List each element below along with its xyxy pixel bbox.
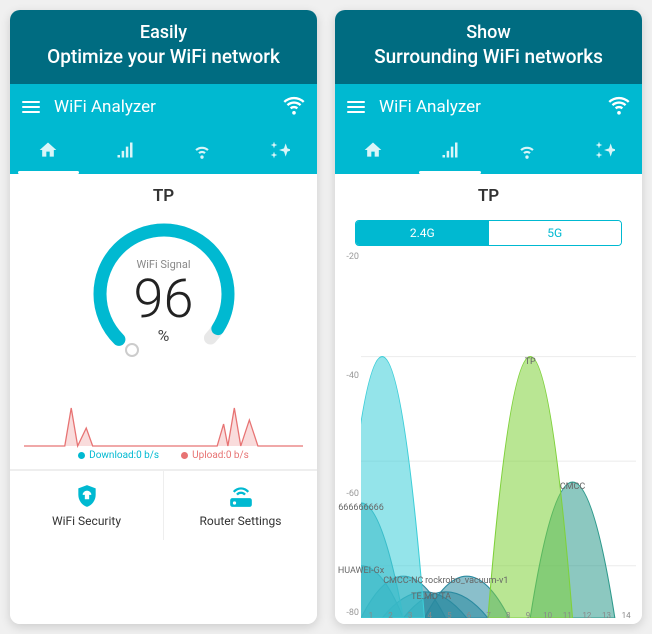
y-axis-labels: -20 -40 -60 -80 xyxy=(339,252,359,618)
router-settings-button[interactable]: Router Settings xyxy=(163,471,317,540)
network-label: HUAWEI-Gx xyxy=(338,566,384,576)
tab-networks[interactable] xyxy=(164,130,241,174)
wifi-security-label: WiFi Security xyxy=(52,514,121,528)
gauge-value: 96 xyxy=(84,268,244,331)
traffic-sparkline xyxy=(24,378,303,448)
band-5g[interactable]: 5G xyxy=(489,221,622,245)
tab-tools[interactable] xyxy=(240,130,317,174)
wifi-status-icon xyxy=(283,94,305,120)
x-axis-labels: 1234567891011121314 xyxy=(361,611,636,620)
shield-icon xyxy=(73,483,101,509)
network-label: TP xyxy=(525,357,536,367)
hamburger-icon[interactable] xyxy=(22,101,40,113)
main-panel: TP 2.4G 5G -20 -40 -60 -80 1234567891011… xyxy=(335,174,642,624)
wifi-status-icon xyxy=(608,94,630,120)
wifi-security-button[interactable]: WiFi Security xyxy=(10,471,163,540)
traffic-legend: Download:0 b/s Upload:0 b/s xyxy=(10,448,317,470)
gauge-percent: % xyxy=(84,326,244,345)
tab-bar xyxy=(335,130,642,174)
ssid-name: TP xyxy=(10,186,317,206)
legend-upload: Upload:0 b/s xyxy=(181,450,249,461)
app-title: WiFi Analyzer xyxy=(54,97,283,117)
network-label: CMCC xyxy=(560,482,585,492)
network-label: 666666666 xyxy=(338,503,384,513)
app-bar: WiFi Analyzer xyxy=(335,84,642,130)
promo-line2: Optimize your WiFi network xyxy=(16,45,311,68)
tab-bar xyxy=(10,130,317,174)
ssid-name: TP xyxy=(335,186,642,206)
tab-signal[interactable] xyxy=(87,130,164,174)
app-title: WiFi Analyzer xyxy=(379,97,608,117)
footer-buttons: WiFi Security Router Settings xyxy=(10,470,317,540)
router-icon xyxy=(227,483,255,509)
band-toggle: 2.4G 5G xyxy=(355,220,622,246)
promo-line1: Show xyxy=(341,22,636,43)
band-24g[interactable]: 2.4G xyxy=(356,221,489,245)
tab-home[interactable] xyxy=(10,130,87,174)
promo-header: Show Surrounding WiFi networks xyxy=(335,10,642,84)
network-label: TA xyxy=(440,592,451,602)
network-label: CMCC-NC xyxy=(383,576,423,586)
ssid-block: TP xyxy=(10,174,317,212)
left-screenshot: Easily Optimize your WiFi network WiFi A… xyxy=(10,10,317,624)
tab-signal[interactable] xyxy=(412,130,489,174)
router-settings-label: Router Settings xyxy=(199,514,281,528)
channel-chart: -20 -40 -60 -80 1234567891011121314 TE.M… xyxy=(361,252,636,618)
signal-gauge: WiFi Signal 96 % xyxy=(84,214,244,374)
promo-header: Easily Optimize your WiFi network xyxy=(10,10,317,84)
promo-line1: Easily xyxy=(16,22,311,43)
tab-networks[interactable] xyxy=(489,130,566,174)
right-screenshot: Show Surrounding WiFi networks WiFi Anal… xyxy=(335,10,642,624)
ssid-block: TP xyxy=(335,174,642,210)
network-label: rockrobo_vacuum-v1 xyxy=(425,576,508,586)
hamburger-icon[interactable] xyxy=(347,101,365,113)
main-panel: TP WiFi Signal 96 % Download:0 b/s Uplo xyxy=(10,174,317,624)
network-label: TE.MD xyxy=(411,592,438,602)
tab-tools[interactable] xyxy=(565,130,642,174)
app-bar: WiFi Analyzer xyxy=(10,84,317,130)
tab-home[interactable] xyxy=(335,130,412,174)
legend-download: Download:0 b/s xyxy=(78,450,159,461)
promo-line2: Surrounding WiFi networks xyxy=(341,45,636,68)
